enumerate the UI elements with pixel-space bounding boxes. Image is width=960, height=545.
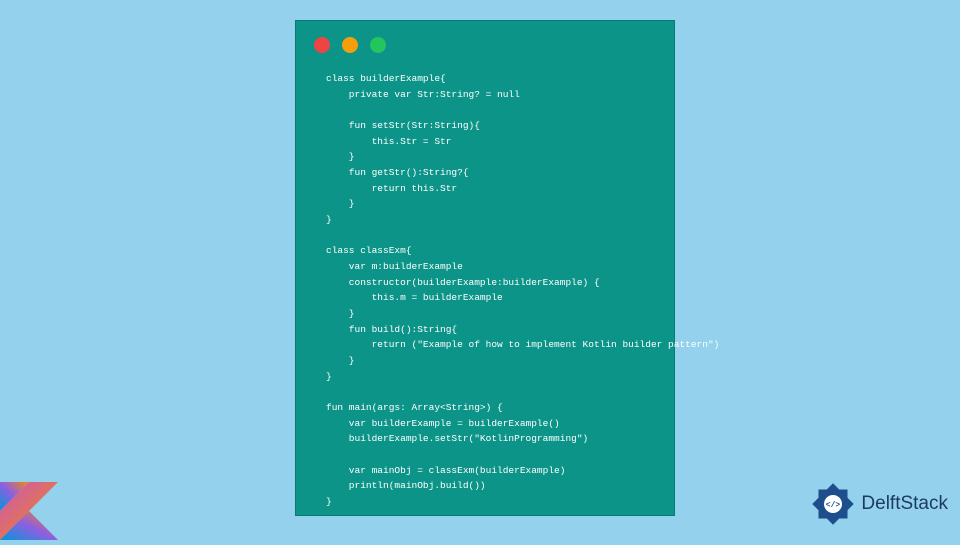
window-controls [296,21,674,63]
maximize-dot-icon [370,37,386,53]
code-window: class builderExample{ private var Str:St… [295,20,675,516]
minimize-dot-icon [342,37,358,53]
delftstack-badge-icon: </> [811,482,855,526]
code-content: class builderExample{ private var Str:St… [296,63,674,524]
kotlin-logo-icon [0,482,58,540]
delftstack-logo: </> DelftStack [811,482,948,526]
delftstack-name: DelftStack [861,493,948,515]
svg-text:</>: </> [826,501,841,510]
close-dot-icon [314,37,330,53]
